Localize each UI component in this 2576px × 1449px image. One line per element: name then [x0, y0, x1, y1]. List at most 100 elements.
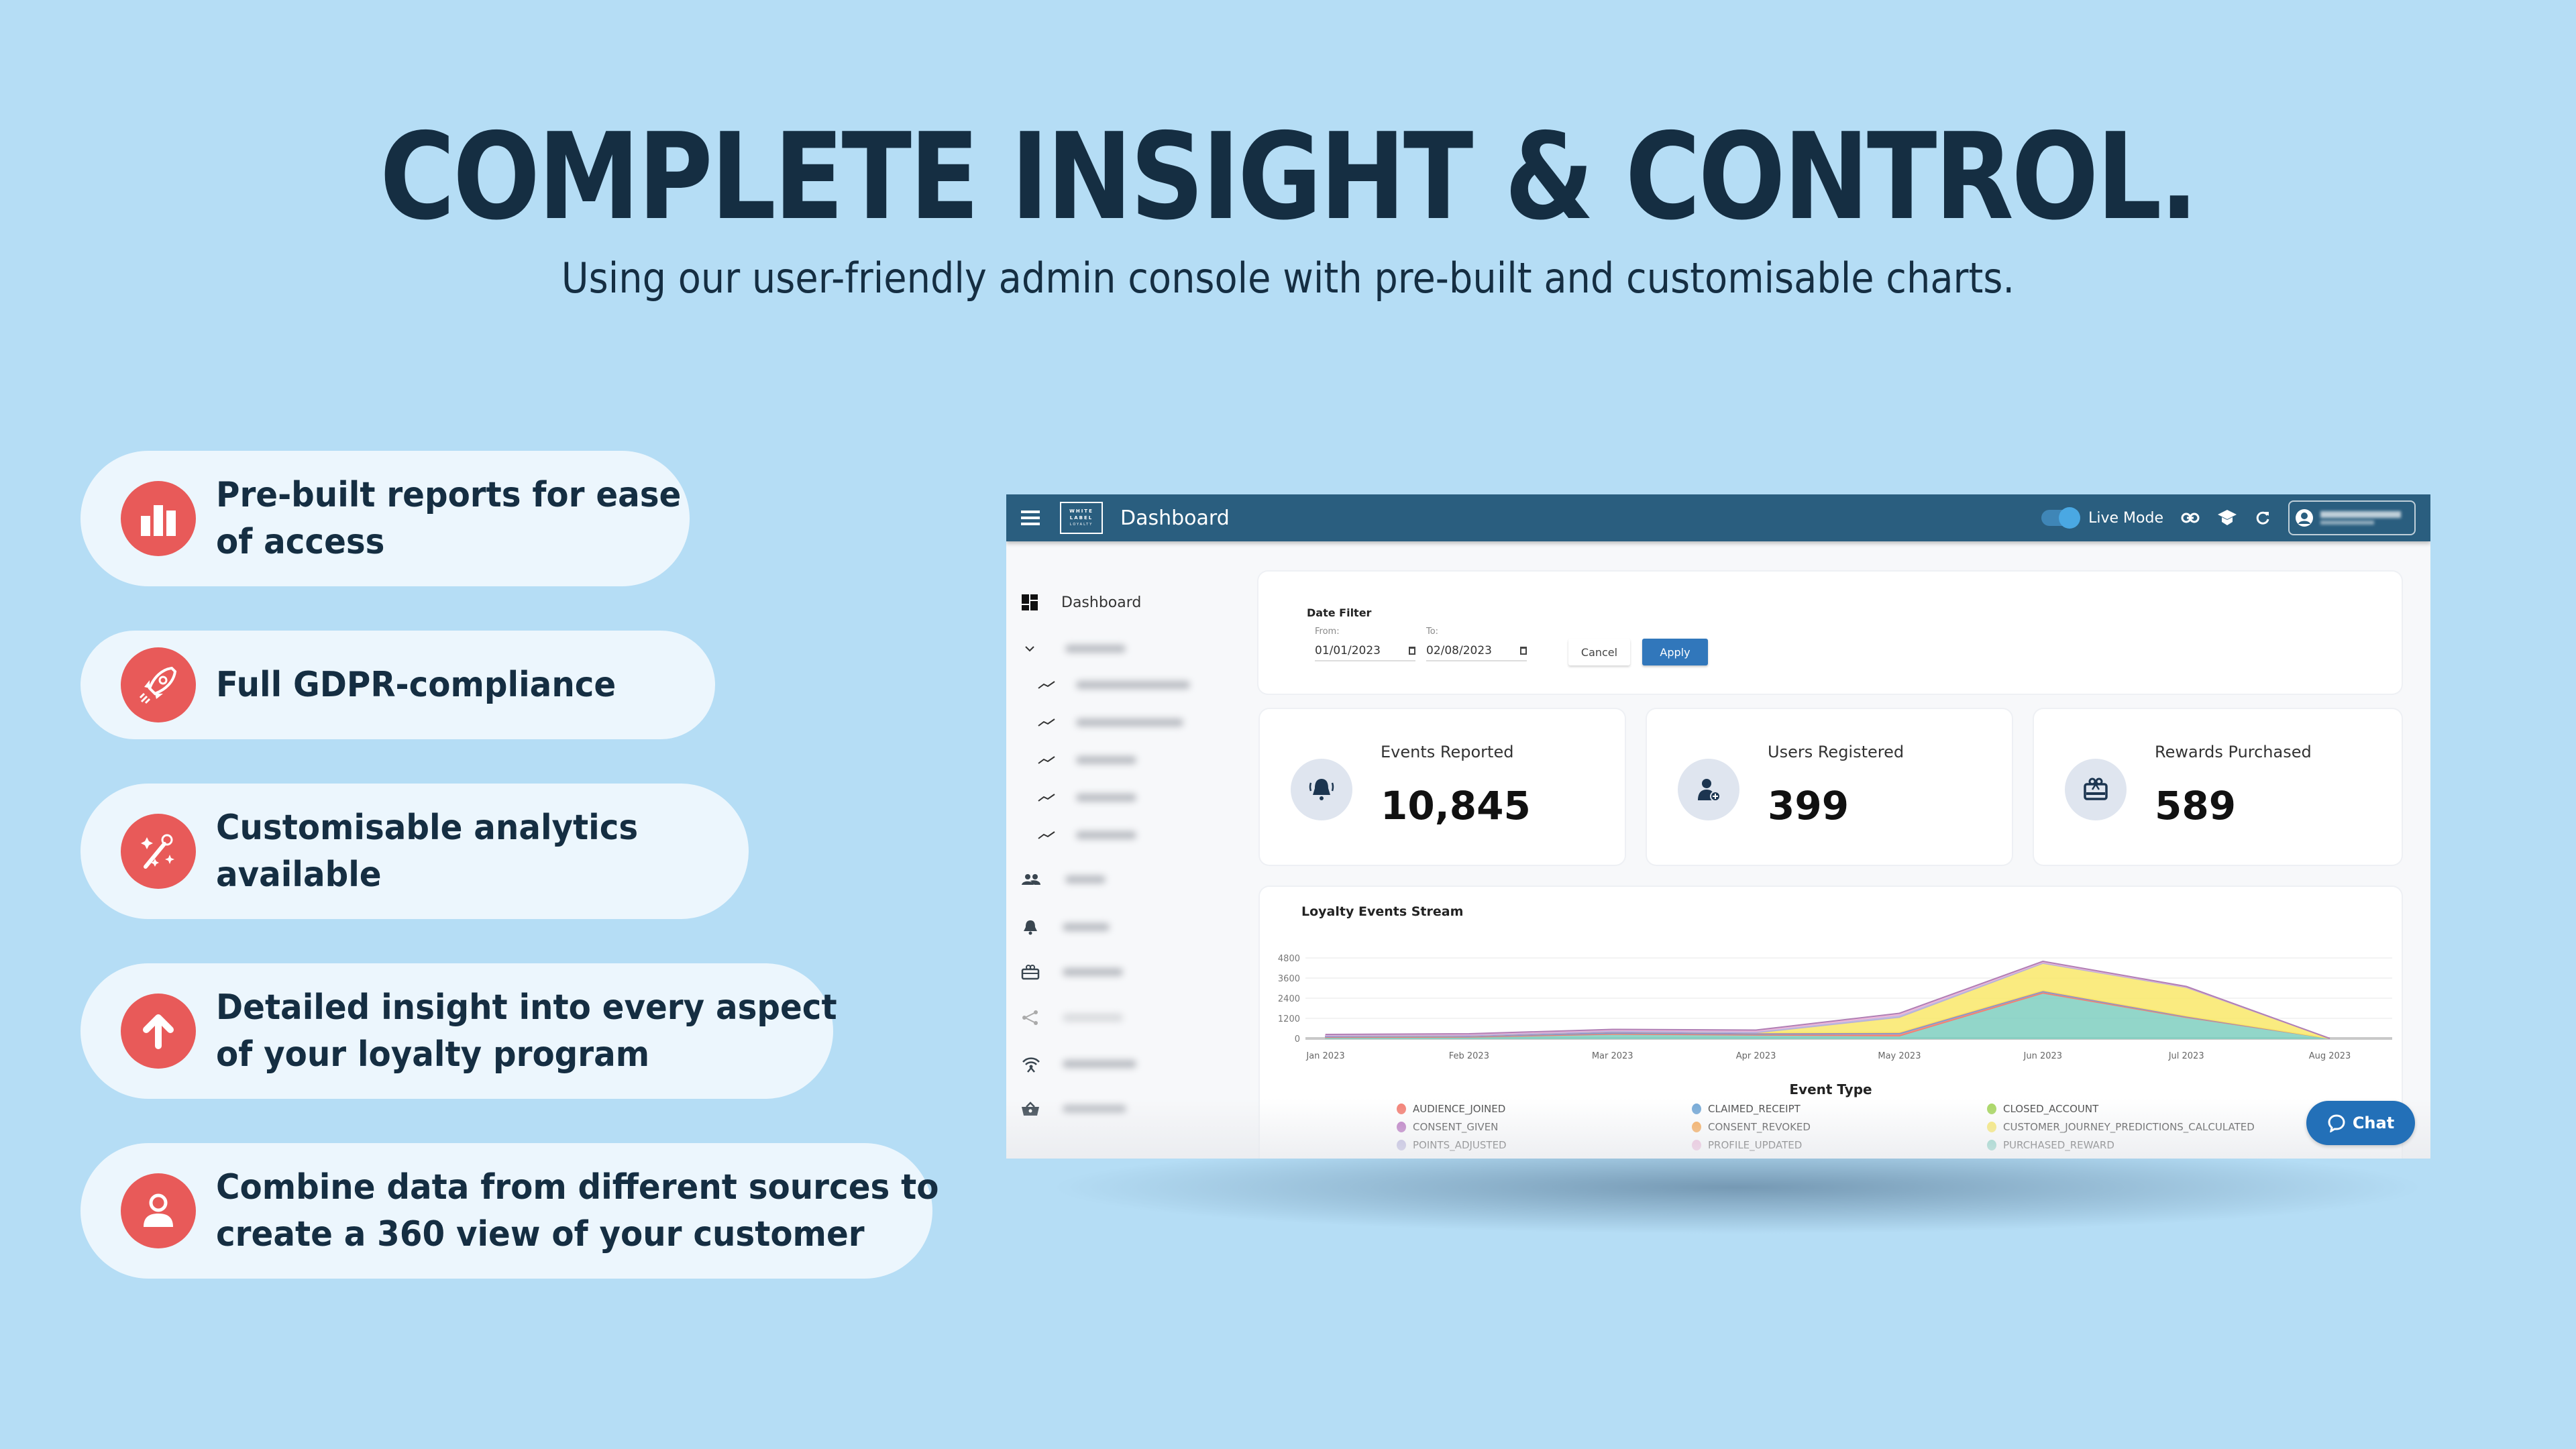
legend-swatch [1692, 1104, 1701, 1114]
calendar-icon[interactable] [1520, 647, 1527, 655]
logo[interactable]: WHITE LABEL LOYALTY [1060, 502, 1103, 534]
gift-card-icon [1021, 965, 1040, 980]
legend-label: CLAIMED_RECEIPT [1708, 1103, 1801, 1115]
blurred-label [1076, 681, 1190, 689]
legend-label: CLOSED_ACCOUNT [2003, 1103, 2099, 1115]
loyalty-events-chart: 0 1200 2400 3600 4800 Jan 2023 Feb 2023 Mar 202… [1278, 954, 2392, 1061]
trending-icon [1038, 831, 1055, 839]
users-icon [1022, 874, 1040, 885]
user-menu[interactable] [2288, 500, 2416, 535]
sidebar-item-rewards[interactable] [1021, 964, 1123, 980]
stat-card-rewards: Rewards Purchased 589 [2034, 709, 2402, 865]
x-tick-label: Aug 2023 [2309, 1051, 2351, 1061]
hero-title: COMPLETE INSIGHT & CONTROL. [380, 107, 2198, 246]
gift-card-icon [2065, 759, 2127, 820]
legend-item[interactable]: CONSENT_REVOKED [1692, 1121, 1811, 1133]
feature-pill-gdpr: Full GDPR-compliance [80, 631, 715, 739]
feature-pill-insight: Detailed insight into every aspect of you… [80, 963, 837, 1099]
blurred-label [1076, 756, 1136, 764]
legend-label: POINTS_ADJUSTED [1413, 1139, 1507, 1151]
sidebar-item-products[interactable] [1021, 1101, 1126, 1117]
sidebar-item-events[interactable] [1021, 918, 1110, 936]
legend-item[interactable]: AUDIENCE_JOINED [1397, 1103, 1505, 1115]
blurred-label [1063, 1105, 1126, 1113]
arrow-up-icon [121, 994, 196, 1069]
legend-swatch [1397, 1140, 1406, 1150]
date-filter-card: Date Filter From: To: 01/01/2023 02/08/2… [1258, 572, 2402, 694]
hero-subtitle: Using our user-friendly admin console wi… [561, 254, 2015, 303]
stat-label: Events Reported [1381, 743, 1514, 761]
trending-icon [1038, 794, 1055, 802]
legend-swatch [1692, 1140, 1701, 1150]
sidebar-subitem[interactable] [1037, 792, 1136, 803]
legend-swatch [1987, 1104, 1996, 1114]
dashboard-window: WHITE LABEL LOYALTY Dashboard Live Mode … [1006, 494, 2430, 1159]
user-name-blurred [2320, 511, 2401, 525]
sidebar-item-analytics[interactable] [1021, 642, 1126, 655]
link-icon[interactable] [2181, 512, 2200, 524]
date-filter-title: Date Filter [1307, 606, 1372, 619]
stat-label: Users Registered [1768, 743, 1904, 761]
legend-item[interactable]: CLAIMED_RECEIPT [1692, 1103, 1801, 1115]
logo-line3: LOYALTY [1069, 523, 1093, 527]
live-mode-label: Live Mode [2088, 509, 2163, 527]
sidebar-item-dashboard[interactable]: Dashboard [1021, 594, 1141, 611]
chat-button[interactable]: Chat [2306, 1101, 2415, 1145]
calendar-icon[interactable] [1409, 647, 1415, 655]
stat-value: 10,845 [1381, 783, 1531, 828]
cancel-button[interactable]: Cancel [1568, 639, 1630, 665]
blurred-label [1063, 923, 1110, 931]
legend-swatch [1692, 1122, 1701, 1132]
trending-icon [1038, 756, 1055, 764]
apply-button[interactable]: Apply [1642, 639, 1708, 665]
top-bar: WHITE LABEL LOYALTY Dashboard Live Mode [1006, 494, 2430, 541]
loyalty-events-chart-card: Loyalty Events Stream 0 1200 2400 3600 4800 J… [1260, 887, 2402, 1159]
page-title: Dashboard [1120, 506, 1230, 530]
from-date-input[interactable]: 01/01/2023 [1315, 641, 1415, 661]
blurred-label [1065, 645, 1126, 653]
logo-line1: WHITE [1069, 508, 1093, 514]
live-mode-toggle[interactable] [2041, 507, 2081, 529]
from-date-value: 01/01/2023 [1315, 644, 1381, 657]
sidebar-item-users[interactable] [1021, 873, 1106, 886]
to-date-input[interactable]: 02/08/2023 [1426, 641, 1527, 661]
stat-card-events: Events Reported 10,845 [1260, 709, 1625, 865]
feature-line1: Full GDPR-compliance [216, 665, 616, 705]
feature-line1: Customisable analytics [216, 808, 639, 848]
x-tick-label: Jul 2023 [2168, 1051, 2204, 1061]
sidebar-item-share[interactable] [1021, 1010, 1123, 1026]
stat-label: Rewards Purchased [2155, 743, 2312, 761]
feature-pill-analytics: Customisable analytics available [80, 784, 749, 919]
sidebar-subitem[interactable] [1037, 755, 1136, 765]
blurred-label [1076, 718, 1183, 727]
sidebar-subitem[interactable] [1037, 717, 1183, 728]
x-tick-label: May 2023 [1878, 1051, 1921, 1061]
blurred-label [1063, 1060, 1136, 1068]
trending-icon [1038, 681, 1055, 689]
x-tick-label: Apr 2023 [1736, 1051, 1776, 1061]
legend-item[interactable]: CONSENT_GIVEN [1397, 1121, 1498, 1133]
legend-item[interactable]: CUSTOMER_JOURNEY_PREDICTIONS_CALCULATED [1987, 1121, 2255, 1133]
x-tick-label: Jun 2023 [2023, 1051, 2063, 1061]
graduation-cap-icon[interactable] [2217, 508, 2237, 527]
sidebar-item-marketing[interactable] [1021, 1055, 1136, 1073]
blurred-label [1063, 1014, 1123, 1022]
menu-icon[interactable] [1021, 511, 1040, 525]
y-tick-label: 1200 [1278, 1014, 1300, 1024]
legend-item[interactable]: PROFILE_UPDATED [1692, 1139, 1802, 1151]
add-user-icon [1678, 759, 1739, 820]
to-date-value: 02/08/2023 [1426, 644, 1492, 657]
feature-line2: available [216, 855, 382, 895]
legend-item[interactable]: CLOSED_ACCOUNT [1987, 1103, 2098, 1115]
legend-item[interactable]: PURCHASED_REWARD [1987, 1139, 2114, 1151]
legend-item[interactable]: POINTS_ADJUSTED [1397, 1139, 1507, 1151]
sidebar-subitem[interactable] [1037, 830, 1136, 841]
feature-line2: of access [216, 522, 385, 562]
sidebar-subitem[interactable] [1037, 680, 1190, 690]
refresh-icon[interactable] [2255, 510, 2271, 526]
broadcast-icon [1022, 1057, 1040, 1073]
blurred-label [1063, 968, 1123, 976]
blurred-label [1065, 875, 1106, 883]
legend-swatch [1987, 1140, 1996, 1150]
rocket-icon [121, 647, 196, 722]
